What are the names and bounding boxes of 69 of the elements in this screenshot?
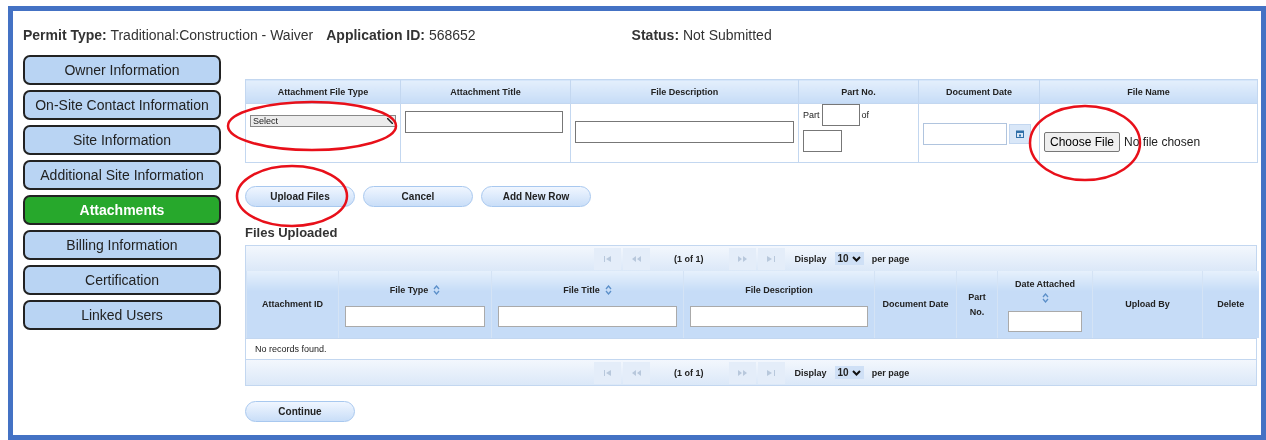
part-total-input[interactable] (803, 130, 842, 152)
per-page-label: per page (871, 367, 910, 378)
calendar-button[interactable] (1009, 124, 1031, 144)
part-label: Part (803, 110, 820, 120)
action-button[interactable]: Add New Row (481, 186, 591, 207)
column-header: File Title (563, 283, 600, 297)
sidebar-item[interactable]: Billing Information (23, 230, 221, 260)
sidebar-item[interactable]: On-Site Contact Information (23, 90, 221, 120)
column-header: Attachment ID (262, 298, 323, 311)
sidebar-item[interactable]: Linked Users (23, 300, 221, 330)
column-header: Attachment File Type (245, 79, 401, 104)
display-label: Display (794, 253, 827, 264)
section-title: Files Uploaded (245, 225, 339, 240)
caret-icon (387, 118, 393, 124)
sort-icon[interactable] (604, 285, 612, 295)
header-field: Status: Not Submitted (631, 27, 772, 45)
filter-input[interactable] (1008, 311, 1082, 332)
last-page-icon[interactable] (757, 361, 785, 384)
column-header: Attachment Title (400, 79, 571, 104)
choose-file-button[interactable]: Choose File (1044, 132, 1121, 152)
date-input[interactable] (923, 123, 1007, 145)
column-header: Part No. (798, 79, 919, 104)
chevron-down-icon (851, 369, 861, 376)
action-button[interactable]: Upload Files (245, 186, 355, 207)
action-button[interactable]: Cancel (363, 186, 473, 207)
chevron-down-icon (851, 255, 861, 262)
sidebar-item[interactable]: Additional Site Information (23, 160, 221, 190)
of-label: of (861, 110, 870, 120)
page-indicator: (1 of 1) (674, 367, 704, 378)
next-page-icon[interactable] (728, 247, 756, 270)
page-indicator: (1 of 1) (674, 253, 704, 264)
sidebar-item[interactable]: Owner Information (23, 55, 221, 85)
calendar-icon (1016, 130, 1024, 138)
rows-per-page-select[interactable]: 10 (834, 366, 864, 379)
sidebar-item[interactable]: Certification (23, 265, 221, 295)
display-label: Display (794, 367, 827, 378)
column-header: Document Date (882, 298, 949, 311)
part-input[interactable] (821, 104, 860, 126)
header-field: Application ID: 568652 (326, 27, 476, 45)
filter-input[interactable] (498, 305, 677, 327)
first-page-icon[interactable] (594, 247, 621, 270)
file-type-select[interactable]: Select (250, 115, 396, 127)
last-page-icon[interactable] (757, 247, 785, 270)
sort-icon[interactable] (433, 285, 441, 295)
column-header: File Description (570, 79, 799, 104)
column-header: Date Attached (1014, 278, 1076, 291)
header-field: Permit Type: Traditional:Construction - Waiver (23, 27, 314, 45)
continue-button[interactable]: Continue (245, 401, 355, 422)
per-page-label: per page (871, 253, 910, 264)
title-input[interactable] (405, 111, 563, 133)
next-page-icon[interactable] (728, 361, 756, 384)
sort-icon[interactable] (1041, 293, 1049, 303)
column-header: File Name (1039, 79, 1258, 104)
filter-input[interactable] (345, 305, 485, 327)
previous-page-icon[interactable] (623, 247, 650, 270)
description-input[interactable] (575, 121, 794, 143)
first-page-icon[interactable] (594, 361, 621, 384)
filter-input[interactable] (690, 305, 868, 327)
file-status: No file chosen (1124, 135, 1201, 149)
column-header: Upload By (1125, 298, 1170, 311)
column-header: Delete (1217, 298, 1245, 311)
column-header: File Type (389, 283, 429, 297)
column-header: Part No. (967, 290, 987, 319)
rows-per-page-select[interactable]: 10 (834, 252, 864, 265)
column-header: File Description (745, 283, 813, 297)
sidebar-item[interactable]: Site Information (23, 125, 221, 155)
empty-message: No records found. (255, 344, 327, 354)
column-header: Document Date (918, 79, 1040, 104)
previous-page-icon[interactable] (623, 361, 650, 384)
